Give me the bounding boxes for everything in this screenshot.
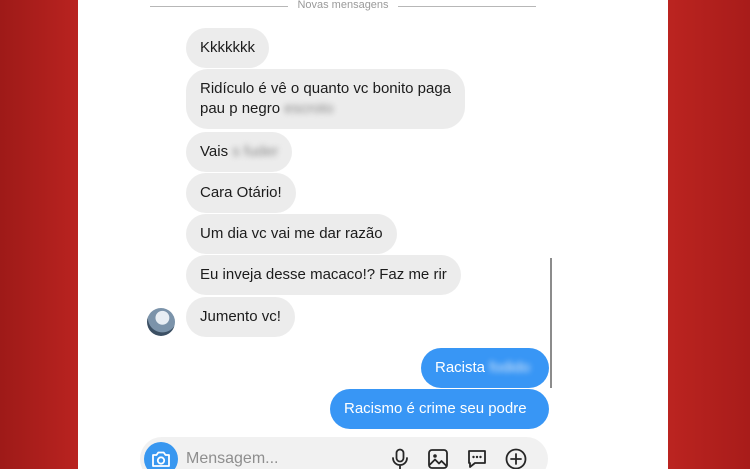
- microphone-icon[interactable]: [388, 447, 412, 469]
- message-text: Ridículo é vê o quanto vc bonito paga: [200, 80, 452, 97]
- message-text: Kkkkkkk: [200, 39, 256, 56]
- received-message[interactable]: Um dia vc vai me dar razão: [186, 214, 397, 254]
- blurred-word: fodido: [489, 359, 531, 376]
- message-text: Cara Otário!: [200, 184, 282, 201]
- sticker-icon[interactable]: [465, 447, 489, 469]
- message-text: pau p negro: [200, 100, 281, 117]
- blurred-word: escroto: [284, 100, 334, 117]
- gallery-icon[interactable]: [426, 447, 450, 469]
- received-message[interactable]: Cara Otário!: [186, 173, 296, 213]
- chat-screen: Novas mensagens Kkkkkkk Ridículo é vê o …: [78, 0, 668, 469]
- message-text-line2: pau p negro escroto: [200, 99, 451, 119]
- received-message[interactable]: Ridículo é vê o quanto vc bonito paga pa…: [186, 69, 466, 129]
- received-message[interactable]: Jumento vc!: [186, 297, 295, 337]
- message-text: Um dia vc vai me dar razão: [200, 225, 383, 242]
- message-text: Jumento vc!: [200, 308, 281, 325]
- message-composer: Mensagem...: [140, 437, 548, 469]
- video-frame-left: [0, 0, 78, 469]
- message-text: Racista: [435, 359, 486, 376]
- divider-line: [398, 6, 536, 7]
- camera-button[interactable]: [144, 442, 178, 469]
- message-input[interactable]: Mensagem...: [186, 450, 278, 468]
- message-text: Vais: [200, 143, 229, 160]
- camera-icon: [152, 451, 170, 467]
- received-message[interactable]: Vais s fuder: [186, 132, 293, 172]
- new-messages-divider: Novas mensagens: [150, 0, 536, 14]
- message-text: Eu inveja desse macaco!? Faz me rir: [200, 266, 447, 283]
- video-frame-right: [668, 0, 750, 469]
- sent-message[interactable]: Racista fodido: [421, 348, 549, 388]
- plus-icon[interactable]: [504, 447, 528, 469]
- blurred-word: s fuder: [232, 143, 279, 160]
- received-message[interactable]: Eu inveja desse macaco!? Faz me rir: [186, 255, 461, 295]
- sender-avatar[interactable]: [147, 308, 175, 336]
- message-text: Racismo é crime seu podre: [344, 400, 527, 417]
- sent-message[interactable]: Racismo é crime seu podre: [330, 389, 549, 429]
- scrollbar[interactable]: [550, 258, 552, 388]
- received-message[interactable]: Kkkkkkk: [186, 28, 270, 68]
